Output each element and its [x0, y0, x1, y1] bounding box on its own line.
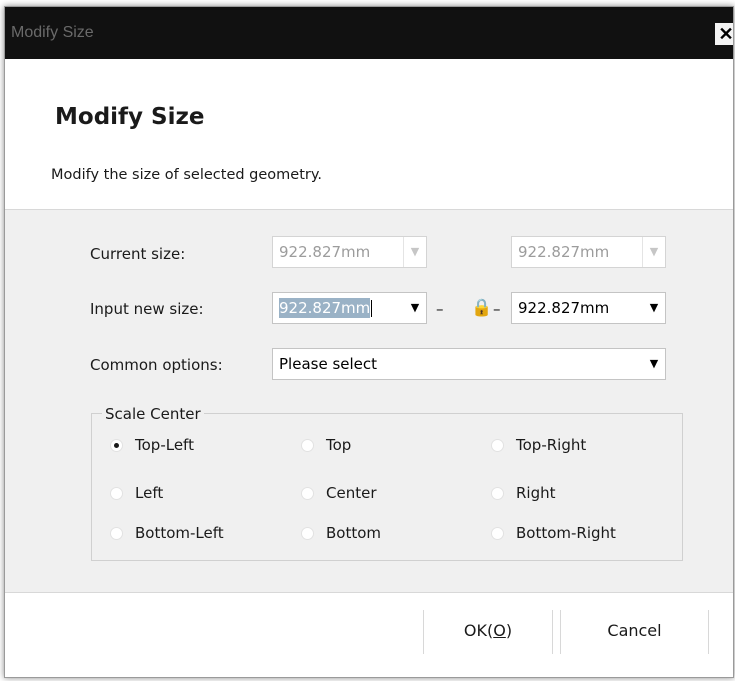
- radio-label: Bottom-Left: [135, 524, 224, 542]
- radio-label: Left: [135, 484, 164, 502]
- radio-bottom-left[interactable]: Bottom-Left: [110, 524, 224, 542]
- radio-unchecked-icon: [301, 526, 314, 540]
- current-size-label: Current size:: [90, 245, 186, 263]
- new-height-value[interactable]: 922.827mm: [518, 299, 609, 317]
- radio-unchecked-icon: [301, 438, 314, 452]
- lock-icon: 🔒: [471, 298, 493, 318]
- text-caret: [371, 300, 373, 317]
- common-options-select[interactable]: Please select ▼: [272, 348, 666, 380]
- radio-unchecked-icon: [491, 438, 504, 452]
- current-height-value: 922.827mm: [518, 243, 610, 261]
- radio-top-right[interactable]: Top-Right: [491, 436, 586, 454]
- common-options-label: Common options:: [90, 356, 223, 374]
- current-height-combo: 922.827mm ▼: [511, 236, 666, 268]
- common-options-value: Please select: [279, 355, 378, 373]
- cancel-label: Cancel: [607, 621, 662, 640]
- radio-label: Center: [326, 484, 377, 502]
- new-height-combo[interactable]: 922.827mm ▼: [511, 292, 666, 324]
- radio-label: Top-Right: [516, 436, 587, 454]
- chevron-down-icon: ▼: [403, 237, 426, 267]
- radio-center[interactable]: Center: [301, 484, 377, 502]
- radio-label: Top: [326, 436, 352, 454]
- titlebar[interactable]: Modify Size ✕: [5, 7, 733, 59]
- chevron-down-icon[interactable]: ▼: [404, 293, 426, 323]
- radio-label: Top-Left: [135, 436, 194, 454]
- scale-center-title: Scale Center: [102, 405, 204, 423]
- radio-unchecked-icon: [491, 486, 504, 500]
- chevron-down-icon[interactable]: ▼: [643, 293, 665, 323]
- titlebar-title: Modify Size: [11, 24, 94, 41]
- ok-mnemonic: O: [493, 621, 506, 640]
- dialog-title: Modify Size: [55, 104, 205, 130]
- radio-label: Right: [516, 484, 556, 502]
- chevron-down-icon: ▼: [642, 237, 665, 267]
- radio-top-left[interactable]: Top-Left: [110, 436, 194, 454]
- input-new-size-label: Input new size:: [90, 300, 204, 318]
- current-width-value: 922.827mm: [279, 243, 371, 261]
- radio-unchecked-icon: [491, 526, 504, 540]
- aspect-lock-button[interactable]: 🔒: [452, 290, 512, 326]
- radio-label: Bottom-Right: [516, 524, 616, 542]
- current-width-combo: 922.827mm ▼: [272, 236, 427, 268]
- radio-unchecked-icon: [110, 486, 123, 500]
- close-button[interactable]: ✕: [715, 23, 734, 45]
- new-width-value[interactable]: 922.827mm: [279, 298, 371, 318]
- dialog-description: Modify the size of selected geometry.: [51, 167, 322, 183]
- cancel-button[interactable]: Cancel: [560, 610, 709, 654]
- radio-right[interactable]: Right: [491, 484, 556, 502]
- radio-top[interactable]: Top: [301, 436, 351, 454]
- radio-bottom[interactable]: Bottom: [301, 524, 381, 542]
- radio-checked-icon: [110, 438, 123, 452]
- link-dash-left: –: [436, 300, 444, 318]
- link-dash-right: –: [493, 300, 501, 318]
- radio-bottom-right[interactable]: Bottom-Right: [491, 524, 616, 542]
- radio-label: Bottom: [326, 524, 382, 542]
- chevron-down-icon[interactable]: ▼: [643, 349, 665, 379]
- close-icon: ✕: [718, 24, 734, 44]
- ok-button[interactable]: OK(O): [423, 610, 553, 654]
- new-width-combo[interactable]: 922.827mm ▼: [272, 292, 427, 324]
- new-width-value-wrap: 922.827mm: [279, 298, 373, 318]
- modify-size-dialog: Modify Size ✕ Modify Size Modify the siz…: [4, 6, 734, 678]
- radio-unchecked-icon: [110, 526, 123, 540]
- ok-label-prefix: OK(: [463, 621, 494, 640]
- dialog-header: Modify Size Modify the size of selected …: [5, 59, 733, 210]
- ok-label-suffix: ): [505, 621, 513, 640]
- radio-unchecked-icon: [301, 486, 314, 500]
- radio-left[interactable]: Left: [110, 484, 163, 502]
